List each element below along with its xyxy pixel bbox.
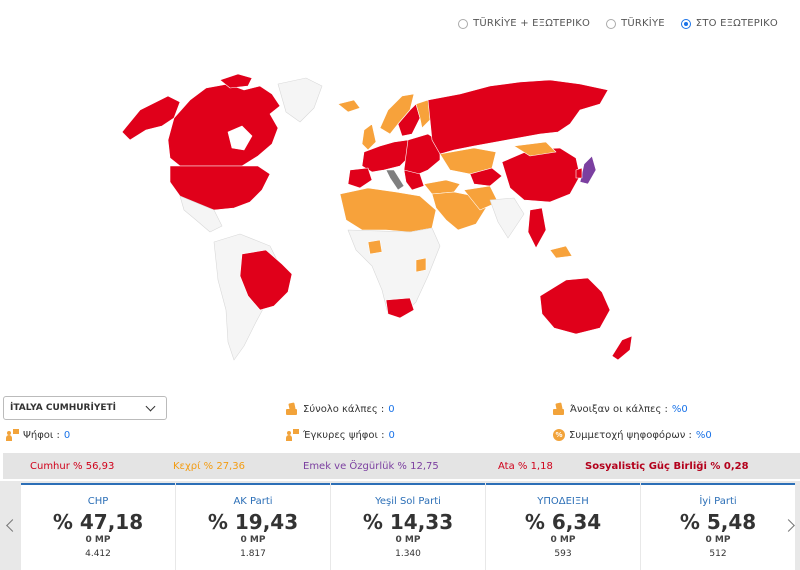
map-region-new-zealand[interactable] — [611, 335, 633, 361]
party-cards: CHP % 47,18 0 MP 4.412 AK Parti % 19,43 … — [21, 483, 795, 570]
alliance-kehri: Kεχρί % 27,36 — [173, 460, 245, 472]
party-carousel: CHP % 47,18 0 MP 4.412 AK Parti % 19,43 … — [0, 481, 800, 570]
stat-opened-boxes: Άνοιξαν οι κάλπες : %0 — [553, 402, 688, 415]
map-region-russia[interactable] — [427, 79, 609, 155]
party-name: Yeşil Sol Parti — [375, 496, 441, 507]
alliance-cumhur: Cumhur % 56,93 — [30, 460, 115, 472]
party-votes: 1.817 — [240, 549, 266, 559]
scope-option-label: TÜRKİYE + ΕΞΩΤΕΡΙΚΟ — [473, 18, 591, 29]
map-region-east-africa[interactable] — [415, 257, 427, 273]
stat-label: Ψήφοι : — [23, 429, 60, 441]
world-map — [121, 73, 633, 361]
scope-option-abroad[interactable]: ΣΤΟ ΕΞΩΤΕΡΙΚΟ — [680, 18, 778, 29]
party-percent: % 5,48 — [679, 510, 757, 534]
stat-label: Άνοιξαν οι κάλπες : — [570, 403, 668, 415]
scope-option-label: TÜRKİYE — [621, 18, 665, 29]
map-region-korea[interactable] — [575, 167, 583, 179]
map-region-japan[interactable] — [579, 155, 597, 185]
map-region-nigeria[interactable] — [367, 239, 383, 255]
party-card-chp[interactable]: CHP % 47,18 0 MP 4.412 — [21, 483, 175, 570]
party-mp: 0 MP — [550, 535, 576, 545]
map-region-spain[interactable] — [347, 167, 373, 189]
carousel-prev-button[interactable] — [0, 481, 20, 570]
alliance-sosyalist: Sosyalistiς Güç Birliği % 0,28 — [585, 460, 749, 472]
party-name: İyi Parti — [699, 496, 737, 507]
chevron-right-icon[interactable] — [781, 519, 795, 532]
party-percent: % 6,34 — [524, 510, 602, 534]
party-card-iyi-parti[interactable]: İyi Parti % 5,48 0 MP 512 — [641, 483, 795, 570]
map-region-canada[interactable] — [167, 83, 281, 167]
election-results-widget: TÜRKİYE + ΕΞΩΤΕΡΙΚΟ TÜRKİYE ΣΤΟ ΕΞΩΤΕΡΙΚ… — [0, 0, 800, 570]
stat-label: Σύνολο κάλπες : — [303, 403, 385, 415]
party-card-yesil-sol[interactable]: Yeşil Sol Parti % 14,33 0 MP 1.340 — [331, 483, 485, 570]
radio-selected-icon[interactable] — [680, 18, 691, 29]
voter-icon — [6, 429, 19, 441]
party-mp: 0 MP — [395, 535, 421, 545]
scope-option-turkiye-abroad[interactable]: TÜRKİYE + ΕΞΩΤΕΡΙΚΟ — [458, 18, 590, 29]
map-region-north-africa[interactable] — [339, 187, 437, 233]
map-region-uk[interactable] — [361, 123, 377, 151]
party-name: ΥΠΟΔΕΙΞΗ — [537, 496, 589, 507]
stat-value: 0 — [63, 429, 71, 441]
stat-label: Συμμετοχή ψηφοφόρων : — [569, 429, 692, 441]
party-votes: 4.412 — [85, 549, 111, 559]
party-mp: 0 MP — [240, 535, 266, 545]
stat-valid-votes: Έγκυρες ψήφοι : 0 — [286, 429, 395, 441]
stat-total-boxes: Σύνολο κάλπες : 0 — [286, 402, 395, 415]
stat-value: %0 — [671, 403, 688, 415]
party-card-ak-parti[interactable]: AK Parti % 19,43 0 MP 1.817 — [176, 483, 330, 570]
radio-icon[interactable] — [606, 18, 617, 29]
country-select-value: İTALYA CUMHURİYETİ — [10, 403, 116, 413]
map-region-greenland — [277, 77, 323, 123]
radio-icon[interactable] — [458, 18, 469, 29]
map-region-italy[interactable] — [385, 169, 405, 191]
party-card-ypodeixi[interactable]: ΥΠΟΔΕΙΞΗ % 6,34 0 MP 593 — [486, 483, 640, 570]
alliance-ata: Ata % 1,18 — [498, 460, 553, 472]
map-region-china[interactable] — [501, 147, 581, 203]
party-votes: 512 — [709, 549, 727, 559]
party-mp: 0 MP — [85, 535, 111, 545]
stat-value: %0 — [695, 429, 712, 441]
stat-label: Έγκυρες ψήφοι : — [303, 429, 385, 441]
carousel-next-button[interactable] — [780, 481, 800, 570]
stat-votes: Ψήφοι : 0 — [6, 429, 70, 441]
stat-value: 0 — [388, 429, 395, 441]
country-select[interactable]: İTALYA CUMHURİYETİ — [3, 396, 167, 420]
party-percent: % 14,33 — [362, 510, 454, 534]
stat-value: 0 — [388, 403, 395, 415]
map-region-iceland[interactable] — [337, 99, 361, 113]
scope-option-turkiye[interactable]: TÜRKİYE — [606, 18, 665, 29]
party-percent: % 19,43 — [207, 510, 299, 534]
map-region-indonesia[interactable] — [549, 245, 573, 259]
stat-turnout: % Συμμετοχή ψηφοφόρων : %0 — [553, 429, 712, 441]
scope-option-label: ΣΤΟ ΕΞΩΤΕΡΙΚΟ — [695, 18, 778, 29]
alliance-emek-ozgurluk: Emek ve Özgürlük % 12,75 — [303, 460, 439, 472]
chevron-down-icon[interactable] — [145, 401, 156, 412]
map-region-southeast-asia[interactable] — [527, 207, 547, 249]
party-votes: 1.340 — [395, 549, 421, 559]
voter-icon — [286, 429, 299, 441]
scope-radio-group: TÜRKİYE + ΕΞΩΤΕΡΙΚΟ TÜRKİYE ΣΤΟ ΕΞΩΤΕΡΙΚ… — [458, 18, 778, 29]
party-name: CHP — [87, 496, 109, 507]
map-region-australia[interactable] — [539, 277, 611, 335]
party-votes: 593 — [554, 549, 572, 559]
ballot-box-icon — [286, 402, 299, 415]
party-percent: % 47,18 — [52, 510, 144, 534]
map-region-south-africa[interactable] — [385, 297, 415, 319]
ballot-box-icon — [553, 402, 566, 415]
map-region-india — [489, 197, 525, 239]
party-mp: 0 MP — [705, 535, 731, 545]
percent-icon: % — [553, 429, 565, 441]
chevron-left-icon[interactable] — [5, 519, 19, 532]
alliance-bar: Cumhur % 56,93 Kεχρί % 27,36 Emek ve Özg… — [3, 453, 800, 479]
party-name: AK Parti — [233, 496, 273, 507]
